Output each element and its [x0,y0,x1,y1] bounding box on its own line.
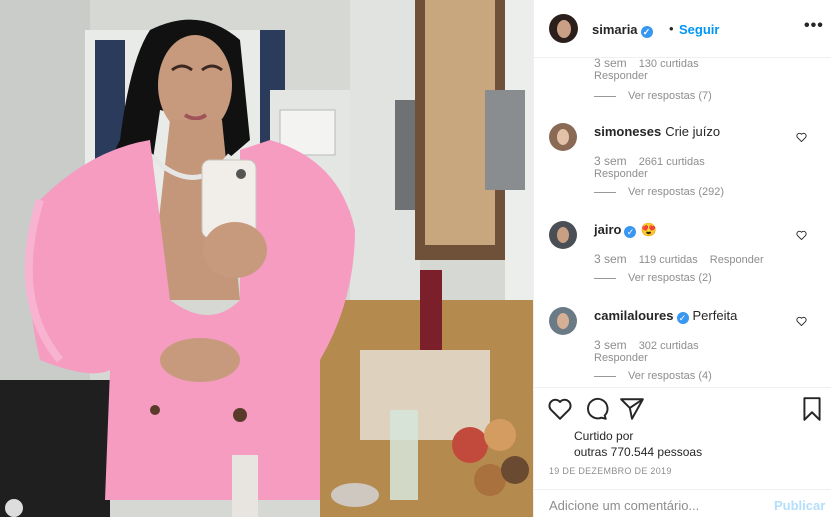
comment-time: 3 sem [594,154,627,168]
post-photo[interactable] [0,0,533,517]
verified-badge-icon: ✓ [624,226,637,238]
comment-likes[interactable]: 2661 curtidas [639,156,705,168]
post-actions: Curtido por outras 770.544 pessoas 19 DE… [534,387,831,518]
small-heart-icon[interactable] [796,316,807,326]
view-replies-button[interactable]: Ver respostas (2) [594,272,712,284]
comment-text: Crie juízo [665,124,721,139]
view-replies-label: Ver respostas (2) [628,272,712,284]
comment-body: simoneses Crie juízo [594,124,720,139]
heart-icon[interactable] [547,396,573,422]
post-date: 19 DE DEZEMBRO DE 2019 [549,466,672,476]
comment-meta: 3 sem 130 curtidas [594,58,711,70]
comment-body: camilaloures ✓ Perfeita [594,308,737,324]
likes-line-2: outras 770.544 pessoas [574,445,703,459]
commenter-avatar[interactable] [549,221,577,249]
replies-dash [594,191,616,193]
post-header: simaria ✓ • Seguir ••• [534,0,831,58]
replies-dash [594,95,616,97]
replies-dash [594,277,616,279]
reply-button[interactable]: Responder [594,168,648,180]
view-replies-button[interactable]: Ver respostas (4) [594,370,712,382]
comment-likes[interactable]: 130 curtidas [639,58,699,70]
author-avatar[interactable] [549,14,578,43]
reply-button[interactable]: Responder [710,254,764,266]
comment-time: 3 sem [594,338,627,352]
view-replies-label: Ver respostas (292) [628,186,724,198]
comment-text: 😍 [640,222,657,237]
post-image-illustration [0,0,533,517]
comments-list[interactable]: 3 sem 130 curtidas Responder Ver resposta… [534,58,831,387]
comment-meta: 3 sem 2661 curtidas [594,154,717,168]
reply-button[interactable]: Responder [594,352,648,364]
commenter-avatar[interactable] [549,123,577,151]
view-replies-button[interactable]: Ver respostas (7) [594,90,712,102]
likes-summary[interactable]: Curtido por outras 770.544 pessoas [574,428,702,460]
comment-meta: 3 sem 302 curtidas [594,338,711,352]
bookmark-icon[interactable] [799,396,825,422]
commenter-username[interactable]: jairo [594,222,621,237]
comment-likes[interactable]: 302 curtidas [639,340,699,352]
follow-button[interactable]: Seguir [679,22,719,37]
replies-dash [594,375,616,377]
view-replies-button[interactable]: Ver respostas (292) [594,186,724,198]
likes-line-1: Curtido por [574,429,634,443]
commenter-username[interactable]: camilaloures [594,308,674,323]
comment-time: 3 sem [594,58,627,70]
verified-badge-icon: ✓ [676,312,689,324]
view-replies-label: Ver respostas (4) [628,370,712,382]
publish-button[interactable]: Publicar [774,498,825,513]
comment-input[interactable]: Adicione um comentário... [549,498,699,513]
comment-meta: 3 sem 119 curtidas Responder [594,252,776,266]
commenter-username[interactable]: simoneses [594,124,661,139]
view-replies-label: Ver respostas (7) [628,90,712,102]
comment-likes[interactable]: 119 curtidas [639,254,698,266]
comment-text: Perfeita [692,308,738,323]
more-options-icon[interactable]: ••• [804,17,824,35]
add-comment-bar: Adicione um comentário... Publicar [534,489,831,519]
small-heart-icon[interactable] [796,230,807,240]
commenter-avatar[interactable] [549,307,577,335]
separator-dot: • [669,21,674,36]
comment-body: jairo ✓ 😍 [594,222,657,238]
post-side-panel: simaria ✓ • Seguir ••• 3 sem 130 curtidas … [533,0,831,517]
author-username[interactable]: simaria ✓ [592,22,653,38]
verified-badge-icon: ✓ [640,26,653,38]
paper-plane-icon[interactable] [619,396,645,422]
comment-time: 3 sem [594,252,627,266]
comment-bubble-icon[interactable] [583,396,609,422]
small-heart-icon[interactable] [796,132,807,142]
author-username-text: simaria [592,22,638,37]
instagram-post-view: simaria ✓ • Seguir ••• 3 sem 130 curtidas … [0,0,831,517]
reply-button[interactable]: Responder [594,70,648,82]
